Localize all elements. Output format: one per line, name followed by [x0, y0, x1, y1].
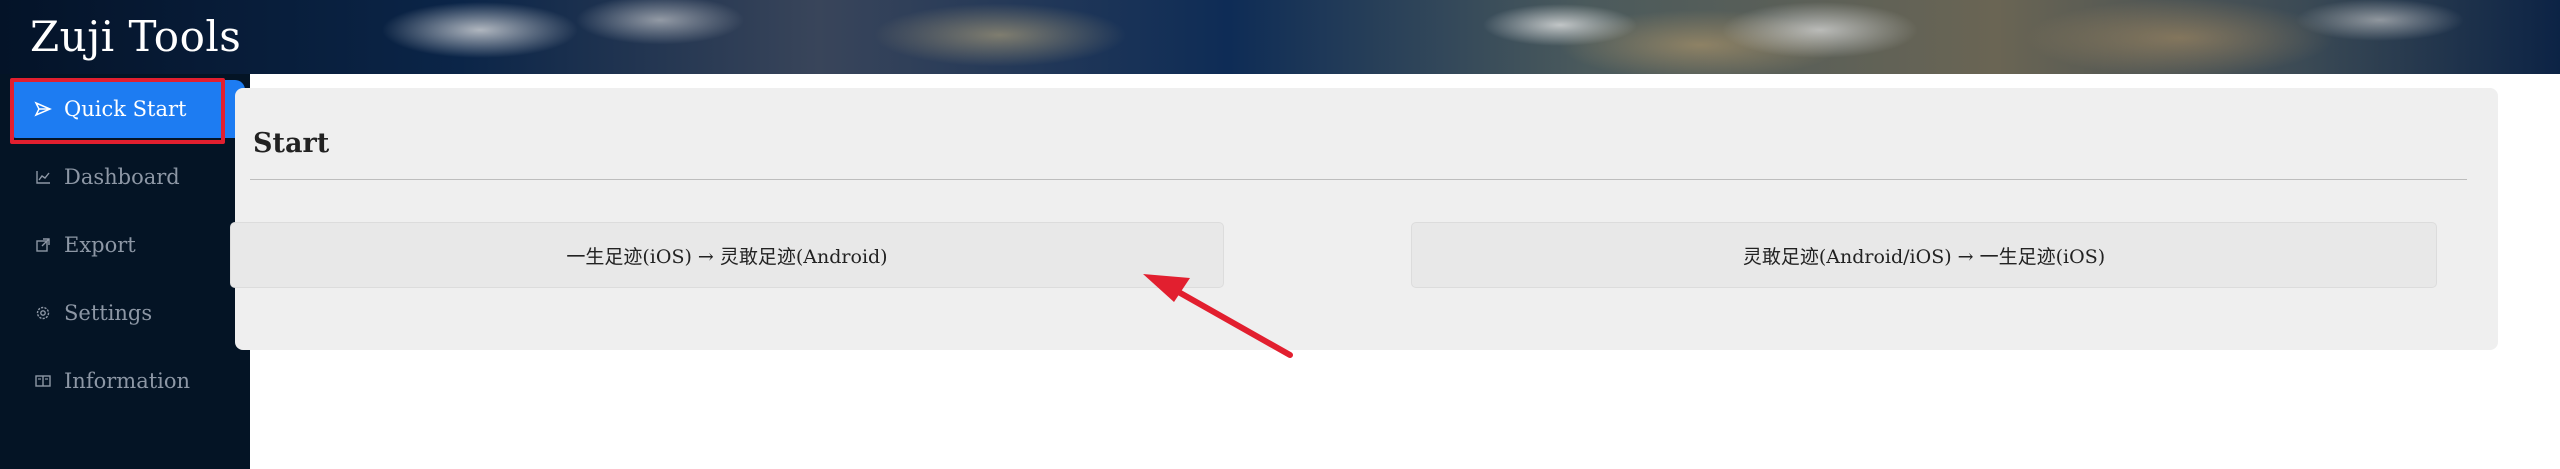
annotation-arrow [1143, 274, 1293, 358]
